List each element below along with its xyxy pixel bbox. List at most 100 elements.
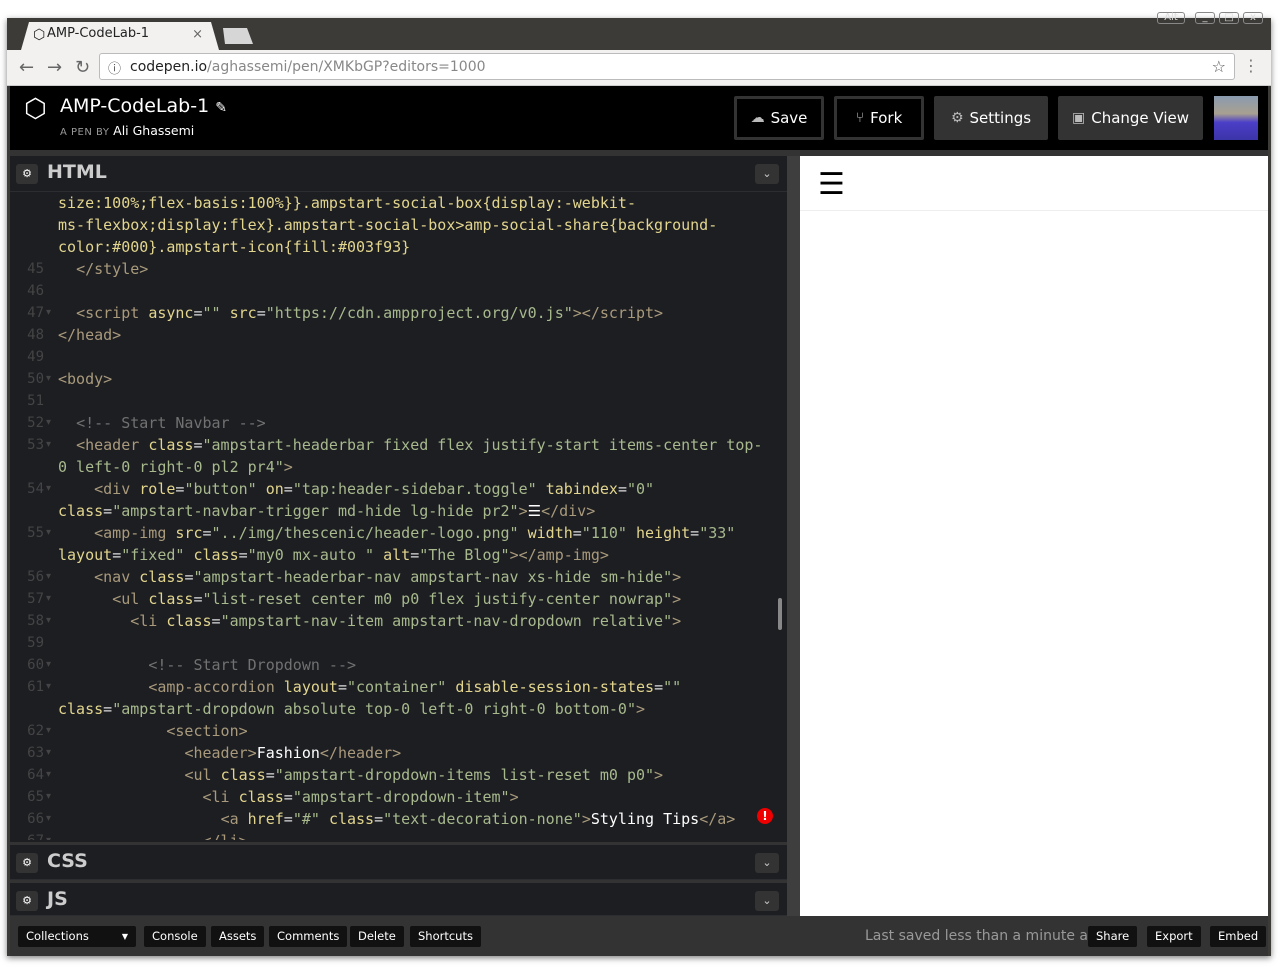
close-window-button[interactable]: x xyxy=(1243,12,1263,24)
fork-button[interactable]: ⑂ Fork xyxy=(834,96,924,140)
line-number: 51 xyxy=(27,393,44,409)
code-token: ></script> xyxy=(572,304,664,322)
info-icon[interactable]: ⓘ xyxy=(108,58,121,77)
export-button[interactable]: Export xyxy=(1147,926,1201,947)
code-token: class xyxy=(58,700,104,718)
line-number: 60 xyxy=(27,657,44,673)
embed-button[interactable]: Embed xyxy=(1210,926,1267,947)
codepen-logo-icon[interactable]: ⬡ xyxy=(24,94,47,124)
code-token: = xyxy=(103,700,113,718)
avatar[interactable] xyxy=(1214,96,1258,140)
css-panel-header[interactable]: ⚙ CSS ⌄ xyxy=(10,842,787,880)
pen-title[interactable]: AMP-CodeLab-1 ✎ xyxy=(60,95,227,117)
fork-icon: ⑂ xyxy=(855,110,865,126)
code-token: <a xyxy=(220,810,248,828)
fold-arrow-icon[interactable]: ▾ xyxy=(46,808,51,830)
fold-arrow-icon[interactable]: ▾ xyxy=(46,302,51,324)
fold-arrow-icon[interactable]: ▾ xyxy=(46,478,51,500)
codepen-logo-icon: ⬡ xyxy=(33,27,46,43)
code-token: "ampstart-dropdown-item" xyxy=(292,788,510,806)
author-link[interactable]: Ali Ghassemi xyxy=(113,123,194,138)
line-number: 67 xyxy=(18,830,44,840)
console-button[interactable]: Console xyxy=(144,926,206,947)
code-token: "../img/thescenic/header-logo.png" xyxy=(211,524,528,542)
by-label: A PEN BY xyxy=(60,127,110,138)
js-collapse-chevron-icon[interactable]: ⌄ xyxy=(755,891,779,911)
code-token: = xyxy=(283,480,293,498)
code-token: class xyxy=(238,788,284,806)
fold-arrow-icon[interactable]: ▾ xyxy=(46,720,51,742)
js-panel-header[interactable]: ⚙ JS ⌄ xyxy=(10,880,787,916)
settings-button[interactable]: ⚙ Settings xyxy=(934,96,1048,140)
code-token: <li xyxy=(130,612,167,630)
maximize-button[interactable]: □ xyxy=(1219,12,1239,24)
fold-arrow-icon[interactable]: ▾ xyxy=(46,412,51,434)
html-code-editor[interactable]: size:100%;flex-basis:100%}}.ampstart-soc… xyxy=(10,192,787,840)
fold-arrow-icon[interactable]: ▾ xyxy=(46,566,51,588)
line-number: 66 xyxy=(27,811,44,827)
reload-icon[interactable]: ↻ xyxy=(75,57,90,78)
fold-arrow-icon[interactable]: ▾ xyxy=(46,742,51,764)
bookmark-star-icon[interactable]: ☆ xyxy=(1212,57,1226,76)
line-number: 58 xyxy=(27,613,44,629)
code-token: <ul xyxy=(184,766,221,784)
code-token: color:#000}.ampstart-icon{fill:#003f93} xyxy=(58,238,411,256)
html-collapse-chevron-icon[interactable]: ⌄ xyxy=(755,164,779,184)
fold-arrow-icon[interactable]: ▾ xyxy=(46,610,51,632)
code-line: <a href="#" class="text-decoration-none"… xyxy=(58,808,736,830)
code-token: class xyxy=(139,568,185,586)
change-view-button[interactable]: ▣ Change View xyxy=(1058,96,1203,140)
line-number: 48 xyxy=(27,327,44,343)
browser-tab[interactable]: ⬡ AMP-CodeLab-1 × xyxy=(21,22,219,50)
html-settings-gear-icon[interactable]: ⚙ xyxy=(16,164,38,184)
code-token: class xyxy=(328,810,375,828)
edit-pencil-icon[interactable]: ✎ xyxy=(215,100,227,116)
fold-arrow-icon[interactable]: ▾ xyxy=(46,434,51,456)
line-number: 56 xyxy=(27,569,44,585)
assets-button[interactable]: Assets xyxy=(211,926,265,947)
minimize-button[interactable]: _ xyxy=(1195,12,1215,24)
line-number: 54 xyxy=(27,481,44,497)
save-button[interactable]: ☁ Save xyxy=(734,96,824,140)
forward-arrow-icon[interactable]: → xyxy=(47,57,62,78)
code-token: href xyxy=(247,810,284,828)
fold-arrow-icon[interactable]: ▾ xyxy=(46,764,51,786)
code-token: ☰ xyxy=(527,502,542,520)
code-token: layout xyxy=(283,678,338,696)
delete-button[interactable]: Delete xyxy=(350,926,404,947)
resize-splitter[interactable] xyxy=(787,156,800,916)
code-token: role xyxy=(139,480,176,498)
code-token: size:100%;flex-basis:100%}}.ampstart-soc… xyxy=(58,194,636,212)
collections-dropdown[interactable]: Collections ▼ xyxy=(18,926,136,947)
shortcuts-button[interactable]: Shortcuts xyxy=(410,926,481,947)
css-collapse-chevron-icon[interactable]: ⌄ xyxy=(755,853,779,873)
save-label: Save xyxy=(770,109,808,127)
editor-scrollbar[interactable] xyxy=(778,598,782,630)
close-tab-icon[interactable]: × xyxy=(192,27,203,42)
error-icon[interactable]: ! xyxy=(757,808,773,824)
fold-arrow-icon[interactable]: ▾ xyxy=(46,588,51,610)
fold-arrow-icon[interactable]: ▾ xyxy=(46,522,51,544)
code-token: <div xyxy=(94,480,140,498)
back-arrow-icon[interactable]: ← xyxy=(19,57,34,78)
js-settings-gear-icon[interactable]: ⚙ xyxy=(16,891,38,911)
fold-arrow-icon[interactable]: ▾ xyxy=(46,654,51,676)
code-token: </a> xyxy=(699,810,736,828)
code-token: "list-reset center m0 p0 flex justify-ce… xyxy=(202,590,673,608)
browser-menu-icon[interactable]: ⋮ xyxy=(1243,56,1259,75)
fold-arrow-icon[interactable]: ▾ xyxy=(46,786,51,808)
fold-arrow-icon[interactable]: ▾ xyxy=(46,676,51,698)
new-tab-button[interactable] xyxy=(223,28,253,44)
share-button[interactable]: Share xyxy=(1088,926,1138,947)
css-settings-gear-icon[interactable]: ⚙ xyxy=(16,853,38,873)
code-token: = xyxy=(238,546,248,564)
fold-arrow-icon[interactable]: ▾ xyxy=(46,368,51,390)
code-token: "ampstart-headerbar-nav ampstart-nav xs-… xyxy=(193,568,673,586)
code-token: > xyxy=(672,612,682,630)
line-number: 63 xyxy=(27,745,44,761)
comments-button[interactable]: Comments xyxy=(269,926,348,947)
url-input[interactable]: ⓘ codepen.io/aghassemi/pen/XMKbGP?editor… xyxy=(99,53,1235,80)
hamburger-menu-icon[interactable]: ☰ xyxy=(818,170,845,200)
fold-arrow-icon[interactable]: ▾ xyxy=(46,830,51,840)
